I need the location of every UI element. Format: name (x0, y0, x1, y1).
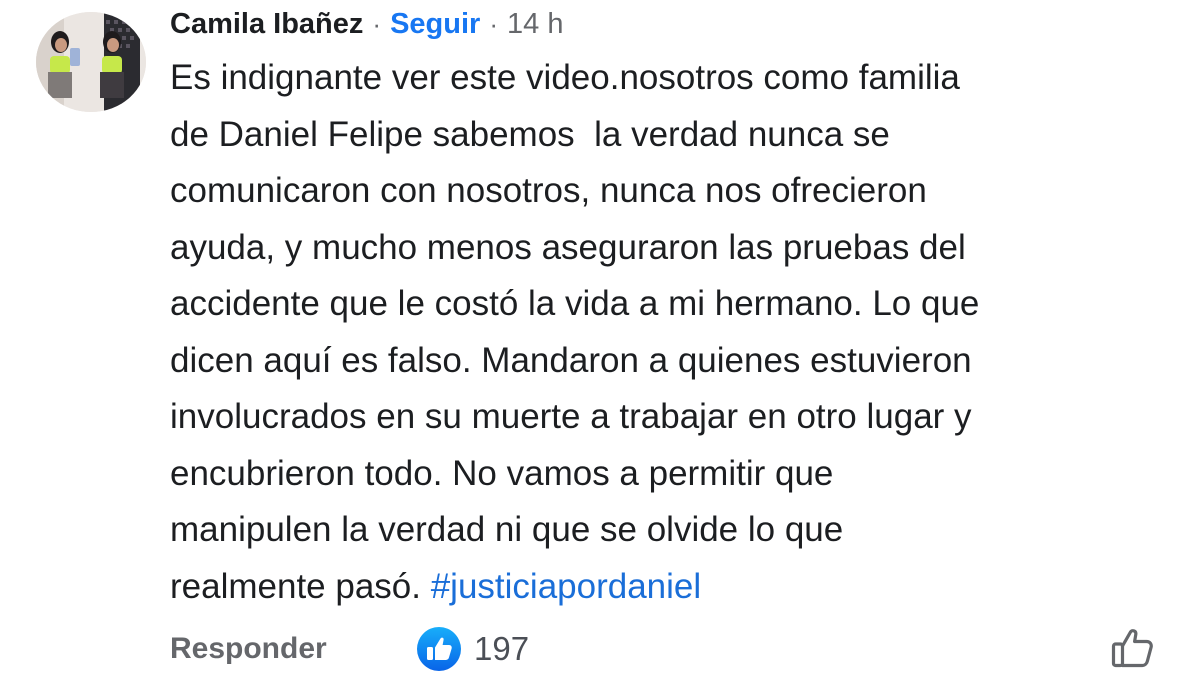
separator-dot: · (372, 8, 382, 39)
comment-line-text: realmente pasó. (170, 566, 431, 606)
reply-button[interactable]: Responder (170, 632, 327, 666)
comment-footer: Responder 197 (170, 624, 1170, 676)
thumbs-up-outline-icon[interactable] (1110, 624, 1156, 670)
comment-timestamp[interactable]: 14 h (507, 8, 563, 41)
like-icon (417, 627, 461, 671)
comment-line: encubrieron todo. No vamos a permitir qu… (170, 453, 834, 493)
avatar-photo (36, 12, 146, 112)
comment-line: de Daniel Felipe sabemos la verdad nunca… (170, 114, 890, 154)
author-name[interactable]: Camila Ibañez (170, 8, 363, 41)
comment-line: ayuda, y mucho menos aseguraron las prue… (170, 227, 966, 267)
comment-line: manipulen la verdad ni que se olvide lo … (170, 510, 844, 549)
comment-line: dicen aquí es falso. Mandaron a quienes … (170, 340, 972, 380)
comment-last-line: realmente pasó. #justiciapordaniel (170, 559, 1180, 616)
like-count: 197 (474, 630, 530, 667)
comment-body: Es indignante ver este video.nosotros co… (170, 50, 1180, 615)
comment: Camila Ibañez · Seguir · 14 h Es indigna… (0, 0, 1200, 693)
separator-dot: · (489, 8, 498, 39)
hashtag-link[interactable]: #justiciapordaniel (431, 567, 701, 606)
comment-line: comunicaron con nosotros, nunca nos ofre… (170, 171, 927, 210)
comment-line: Es indignante ver este video.nosotros co… (170, 58, 960, 97)
comment-header: Camila Ibañez · Seguir · 14 h (170, 2, 563, 46)
follow-button[interactable]: Seguir (390, 8, 480, 41)
reaction-summary[interactable]: 197 (416, 626, 529, 672)
avatar[interactable] (36, 12, 146, 112)
comment-line: involucrados en su muerte a trabajar en … (170, 397, 972, 436)
comment-line: accidente que le costó la vida a mi herm… (170, 284, 980, 323)
